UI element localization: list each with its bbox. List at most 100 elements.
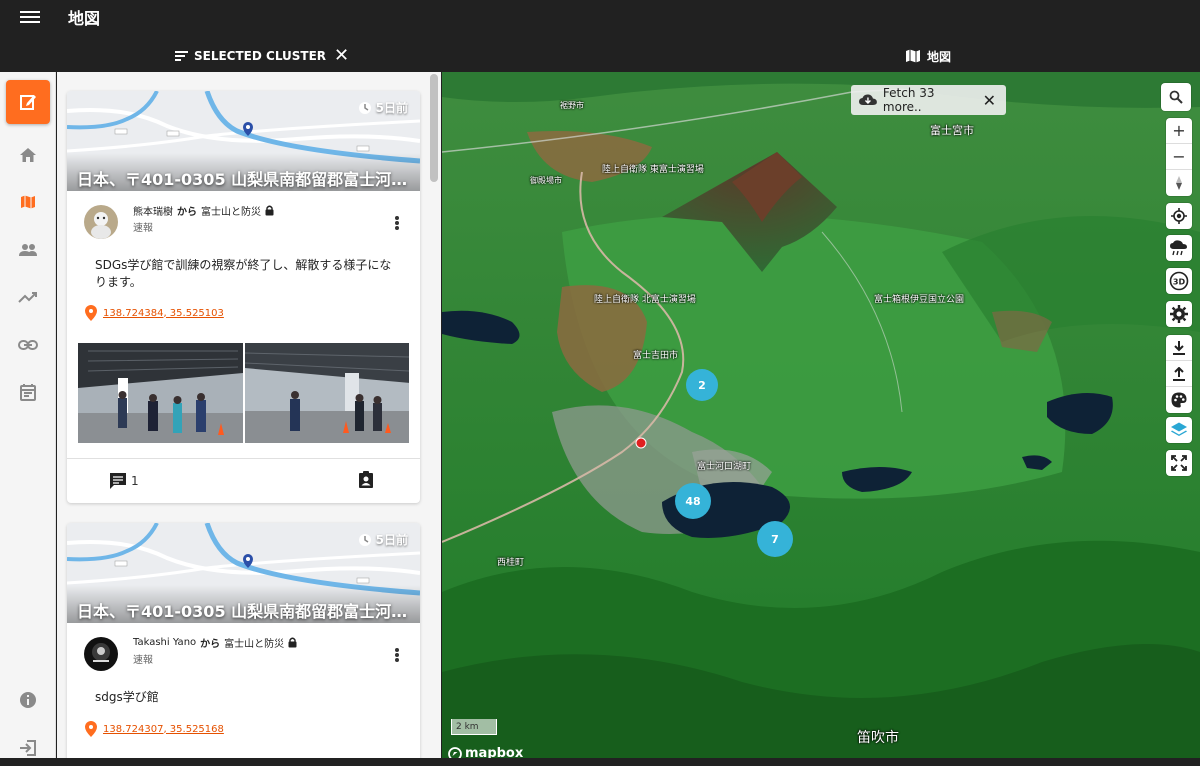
nav-item-people[interactable] (0, 232, 56, 268)
logout-icon (20, 740, 36, 756)
fetch-more-label: Fetch 33 more.. (882, 86, 935, 114)
post-kind: 速報 (133, 223, 153, 234)
post-photo[interactable] (78, 343, 243, 443)
3d-icon[interactable]: 3D (1166, 268, 1192, 294)
map-label: 富士河口湖町 (697, 462, 752, 472)
nav-item-home[interactable] (0, 137, 56, 173)
search-icon[interactable] (1161, 83, 1191, 111)
map-label: 裾野市 (560, 101, 584, 110)
group-name[interactable]: 富士山と防災 (201, 203, 261, 218)
tab-bar: SELECTED CLUSTER ✕ 地図 (0, 40, 1200, 72)
author-from: から (177, 207, 197, 218)
nav-item-links[interactable] (0, 327, 56, 363)
map-label: 笛吹市 (857, 730, 899, 746)
list-scrollbar[interactable] (430, 74, 438, 182)
nav-item-calendar[interactable] (0, 374, 56, 410)
nav-item-post[interactable] (6, 80, 50, 124)
close-icon[interactable]: ✕ (983, 91, 996, 110)
people-icon (19, 244, 37, 256)
svg-text:3D: 3D (1173, 278, 1186, 287)
list-icon (175, 51, 188, 61)
location-pin-icon (85, 721, 97, 737)
close-icon[interactable]: ✕ (334, 47, 349, 65)
calendar-icon (20, 384, 36, 401)
map-label: 西桂町 (497, 558, 525, 568)
assignment-ind-icon (359, 471, 373, 488)
import-export-control (1166, 335, 1192, 413)
location-link[interactable]: 138.724384, 35.525103 (103, 308, 224, 319)
post-time: 5日前 (358, 99, 408, 116)
location-link[interactable]: 138.724307, 35.525168 (103, 724, 224, 735)
post-address: 日本、〒401-0305 山梨県南都留郡富士河… (77, 170, 408, 189)
3d-control: 3D (1166, 268, 1192, 294)
info-icon (20, 692, 36, 708)
comment-button[interactable]: 1 (109, 472, 139, 490)
group-name[interactable]: 富士山と防災 (224, 635, 284, 650)
fullscreen-icon[interactable] (1166, 450, 1192, 476)
cluster-marker[interactable]: 2 (686, 369, 718, 401)
post-location[interactable]: 138.724384, 35.525103 (85, 305, 224, 321)
lock-icon (265, 205, 274, 216)
map-label: 御殿場市 (530, 176, 562, 185)
map-thumbnail[interactable]: 5日前 日本、〒401-0305 山梨県南都留郡富士河… (67, 91, 420, 191)
nav-item-info[interactable] (0, 682, 56, 718)
trending-icon (18, 292, 37, 303)
mapbox-logo[interactable]: mapbox (448, 746, 523, 758)
cluster-post-list[interactable]: 5日前 日本、〒401-0305 山梨県南都留郡富士河… 熊本瑞樹 から 富士山… (57, 72, 441, 758)
post-location[interactable]: 138.724307, 35.525168 (85, 721, 224, 737)
author-from: から (200, 639, 221, 650)
clock-icon (358, 533, 371, 546)
geolocate-icon[interactable] (1166, 203, 1192, 229)
upload-icon[interactable] (1166, 361, 1192, 387)
avatar[interactable] (84, 637, 118, 671)
assignment-button[interactable] (358, 471, 374, 493)
nav-item-map[interactable] (0, 184, 56, 220)
author-name[interactable]: Takashi Yano (133, 637, 196, 648)
zoom-in-icon[interactable]: + (1166, 118, 1192, 144)
post-author-line: 熊本瑞樹 から 富士山と防災 (133, 203, 274, 218)
cluster-marker[interactable]: 7 (757, 521, 793, 557)
more-options-icon[interactable] (394, 215, 400, 231)
author-name[interactable]: 熊本瑞樹 (133, 203, 173, 218)
gear-icon[interactable] (1166, 301, 1192, 327)
link-icon (18, 340, 38, 350)
compass-icon[interactable] (1166, 170, 1192, 196)
post-card: 5日前 日本、〒401-0305 山梨県南都留郡富士河… 熊本瑞樹 から 富士山… (67, 91, 420, 503)
layers-icon[interactable] (1166, 417, 1192, 443)
palette-icon[interactable] (1166, 387, 1192, 413)
location-pin-icon (85, 305, 97, 321)
cluster-marker[interactable]: 48 (675, 483, 711, 519)
geolocate-control (1166, 203, 1192, 229)
post-message: sdgs学び館 (95, 690, 159, 704)
map-icon (21, 195, 35, 209)
post-card: 5日前 日本、〒401-0305 山梨県南都留郡富士河… Takashi Yan… (67, 523, 420, 758)
rain-cloud-icon[interactable] (1166, 235, 1192, 261)
app-bar: 地図 SELECTED CLUSTER ✕ 地図 (0, 0, 1200, 72)
map-label: 陸上自衛隊 北富士演習場 (594, 295, 696, 305)
tab-selected-cluster[interactable]: SELECTED CLUSTER ✕ (175, 40, 349, 72)
zoom-out-icon[interactable]: − (1166, 144, 1192, 170)
tab-selected-cluster-label: SELECTED CLUSTER (194, 49, 327, 63)
more-options-icon[interactable] (394, 647, 400, 663)
download-icon[interactable] (1166, 335, 1192, 361)
menu-icon[interactable] (20, 8, 40, 28)
map-thumbnail[interactable]: 5日前 日本、〒401-0305 山梨県南都留郡富士河… (67, 523, 420, 623)
settings-control (1166, 301, 1192, 327)
tab-map[interactable]: 地図 (905, 40, 951, 72)
map-label: 富士宮市 (930, 124, 974, 137)
nav-item-trends[interactable] (0, 279, 56, 315)
post-photo[interactable] (244, 343, 409, 443)
photo-grid (78, 343, 409, 443)
comment-count: 1 (131, 474, 139, 488)
map-view[interactable]: 富士宮市 陸上自衛隊 東富士演習場 陸上自衛隊 北富士演習場 富士吉田市 富士箱… (442, 72, 1200, 758)
home-icon (20, 148, 36, 162)
post-author-line: Takashi Yano から 富士山と防災 (133, 635, 297, 650)
avatar[interactable] (84, 205, 118, 239)
post-time: 5日前 (358, 531, 408, 548)
nav-rail (0, 72, 56, 758)
layers-control (1166, 417, 1192, 443)
fetch-more-button[interactable]: Fetch 33 more.. ✕ (851, 85, 1006, 115)
nav-item-logout[interactable] (0, 730, 56, 766)
post-kind: 速報 (133, 655, 153, 666)
map-search-control (1161, 83, 1191, 111)
